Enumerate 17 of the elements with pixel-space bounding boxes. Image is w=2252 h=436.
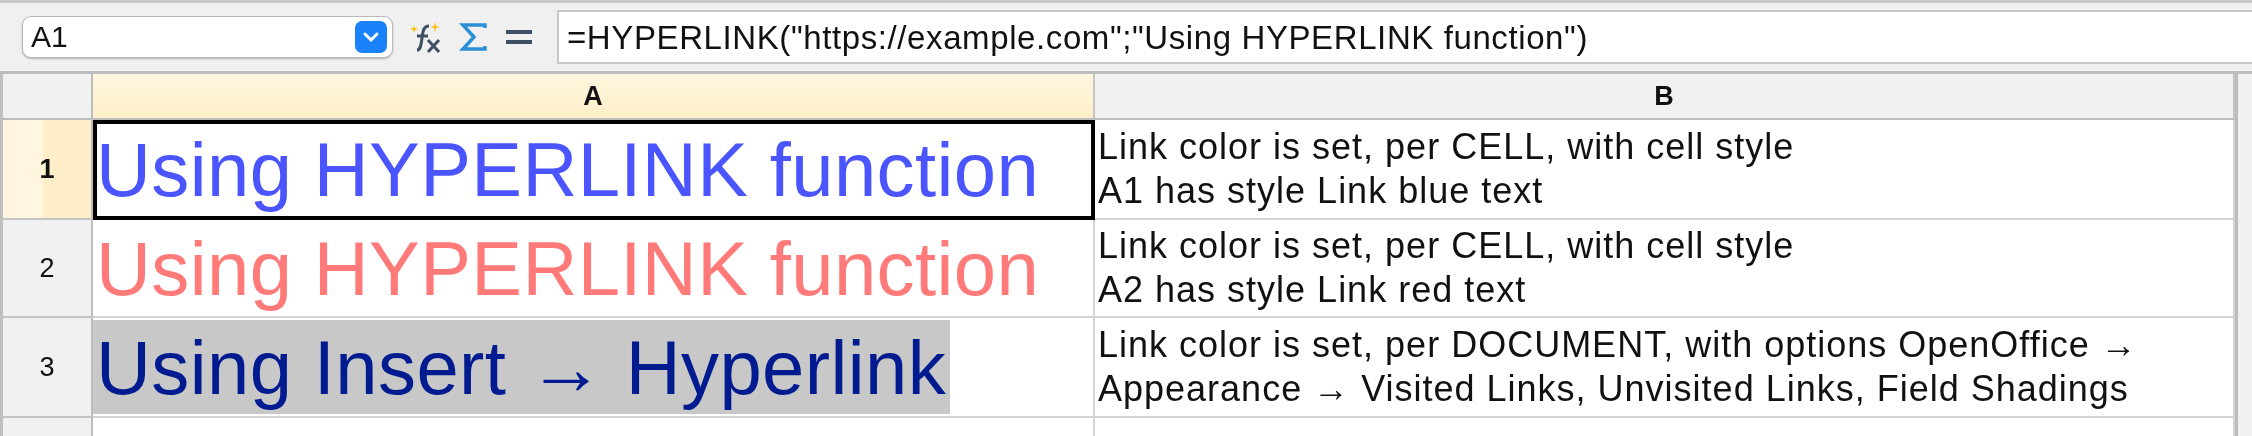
formula-input[interactable]: =HYPERLINK("https://example.com";"Using HYPERLINK function") — [557, 10, 2252, 64]
scrollbar-track[interactable] — [2235, 74, 2252, 436]
sum-icon[interactable] — [459, 22, 489, 52]
equals-icon[interactable] — [505, 27, 533, 47]
name-box[interactable]: A1 — [22, 16, 393, 58]
hyperlink-text[interactable]: Using Insert → Hyperlink — [93, 320, 951, 414]
cell-text: Link color is set, per CELL, with cell style A2 has style Link red text — [1097, 224, 1795, 312]
select-all-corner[interactable] — [3, 74, 93, 120]
dropdown-icon[interactable] — [355, 21, 387, 53]
column-header[interactable]: A — [93, 74, 1095, 120]
cell-text: Link color is set, per DOCUMENT, with options OpenOffice → Appearance → Visited Links, Unvisited Links, Field Shadings — [1097, 323, 2138, 411]
cell-text: Link color is set, per CELL, with cell style A1 has style Link blue text — [1097, 125, 1795, 213]
row-header[interactable]: 3 — [3, 318, 93, 418]
hyperlink-text[interactable]: Using HYPERLINK function — [93, 122, 1044, 216]
row-header[interactable]: 2 — [3, 220, 93, 318]
column-header[interactable]: B — [1095, 74, 2235, 120]
row-header[interactable]: 1 — [3, 120, 93, 220]
